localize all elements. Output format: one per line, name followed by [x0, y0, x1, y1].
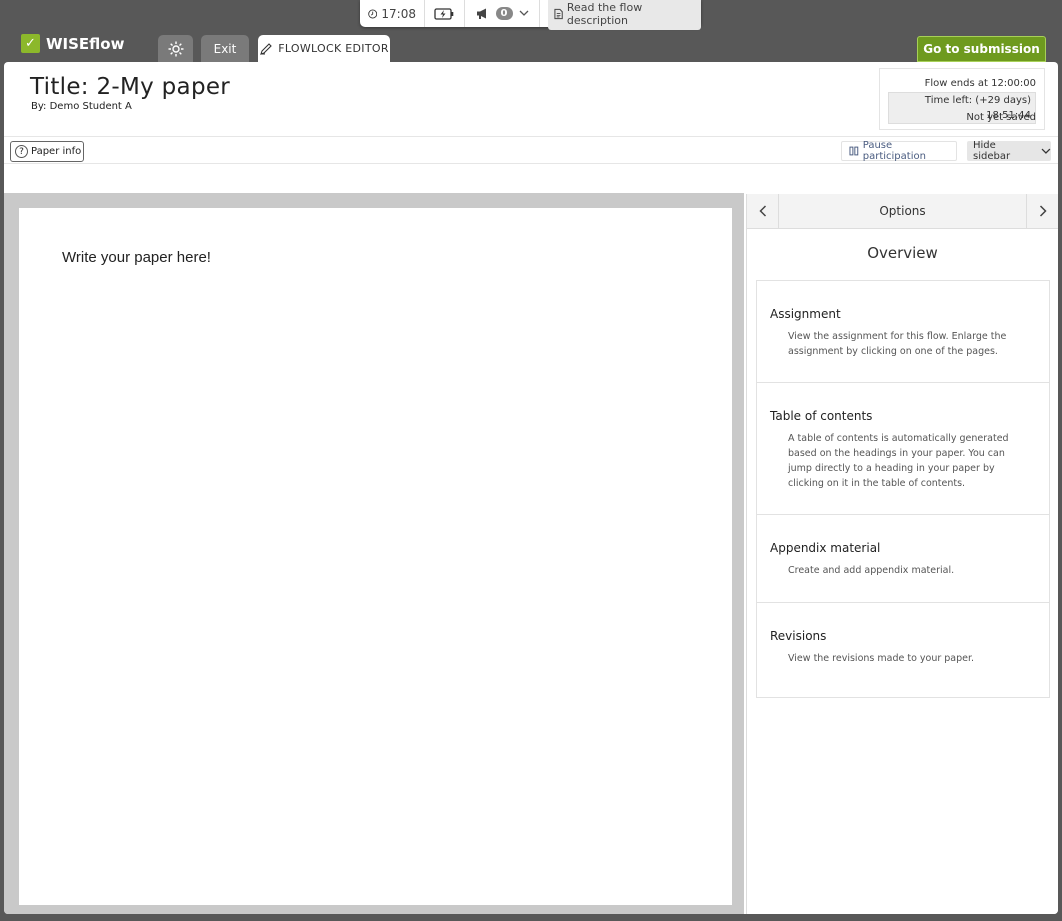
- question-icon: ?: [15, 145, 28, 158]
- author-byline: By: Demo Student A: [31, 101, 132, 112]
- flowlock-editor-label: FLOWLOCK EDITOR: [278, 42, 389, 55]
- overview-item-table-of-contents[interactable]: Table of contents A table of contents is…: [757, 383, 1049, 515]
- hide-sidebar-button[interactable]: Hide sidebar: [967, 140, 1051, 162]
- logo-text: WISEflow: [46, 34, 125, 53]
- overview-heading: Overview: [867, 244, 938, 262]
- go-to-submission-button[interactable]: Go to submission: [917, 36, 1046, 62]
- page-title: Title: 2-My paper: [30, 74, 231, 100]
- announcement-count-badge: 0: [495, 7, 513, 20]
- clock: 17:08: [360, 0, 425, 27]
- overview-item-title: Appendix material: [770, 541, 881, 555]
- clock-icon: [368, 9, 378, 18]
- chevron-left-icon: [758, 205, 766, 217]
- pause-participation-button[interactable]: Pause participation: [841, 140, 957, 162]
- gear-icon: [168, 41, 183, 56]
- wiseflow-logo: ✓ WISEflow: [21, 34, 124, 53]
- sidebar-header: Options: [747, 194, 1058, 229]
- options-sidebar: Options Overview Assignment View the ass…: [746, 194, 1058, 914]
- megaphone-icon: [476, 8, 486, 19]
- paper-page[interactable]: Write your paper here!: [19, 208, 732, 905]
- paper-info-button[interactable]: ? Paper info: [10, 141, 84, 162]
- pen-icon: [260, 42, 272, 55]
- flow-end-time: Flow ends at 12:00:00: [924, 78, 1036, 89]
- overview-item-description: A table of contents is automatically gen…: [788, 433, 1009, 489]
- overview-item-title: Table of contents: [770, 409, 873, 423]
- clock-time: 17:08: [381, 6, 416, 21]
- editor-canvas: Write your paper here!: [4, 193, 744, 914]
- overview-item-description: Create and add appendix material.: [788, 565, 955, 576]
- sidebar-prev-button[interactable]: [747, 194, 779, 228]
- chevron-down-icon[interactable]: [519, 10, 529, 17]
- exit-tab[interactable]: Exit: [201, 35, 249, 62]
- wiseflow-logo-icon: ✓: [21, 34, 40, 53]
- overview-item-title: Assignment: [770, 307, 841, 321]
- flowlock-editor-tab[interactable]: FLOWLOCK EDITOR: [258, 35, 390, 62]
- main-panel: Title: 2-My paper By: Demo Student A Flo…: [4, 62, 1058, 914]
- sidebar-next-button[interactable]: [1026, 194, 1058, 228]
- status-bar: 17:08 0 Read the flow description: [360, 0, 701, 30]
- settings-tab[interactable]: [158, 35, 193, 62]
- document-icon: [554, 8, 563, 19]
- read-flow-description-label: Read the flow description: [566, 0, 643, 27]
- overview-item-appendix-material[interactable]: Appendix material Create and add appendi…: [757, 515, 1049, 603]
- overview-list: Assignment View the assignment for this …: [756, 280, 1050, 698]
- overview-item-title: Revisions: [770, 629, 827, 643]
- overview-item-description: View the assignment for this flow. Enlar…: [788, 331, 1007, 357]
- pause-participation-label: Pause participation: [862, 140, 926, 162]
- chevron-right-icon: [1039, 205, 1047, 217]
- overview-item-revisions[interactable]: Revisions View the revisions made to you…: [757, 603, 1049, 697]
- announcements[interactable]: 0: [465, 0, 540, 27]
- editor-toolbar: ? Paper info Pause participation Hide si…: [4, 136, 1058, 164]
- sidebar-options-title: Options: [879, 204, 926, 218]
- paper-info-label: Paper info: [31, 146, 82, 157]
- battery-status[interactable]: [425, 0, 465, 27]
- overview-item-assignment[interactable]: Assignment View the assignment for this …: [757, 281, 1049, 383]
- hide-sidebar-label: Hide sidebar: [973, 140, 1011, 162]
- chevron-down-icon: [1041, 148, 1051, 154]
- flow-info-box: Flow ends at 12:00:00 Time left: (+29 da…: [879, 68, 1045, 130]
- read-flow-description-button[interactable]: Read the flow description: [547, 0, 701, 30]
- overview-item-description: View the revisions made to your paper.: [788, 653, 975, 664]
- battery-charging-icon: [434, 7, 454, 20]
- paper-body-text[interactable]: Write your paper here!: [62, 249, 211, 266]
- pause-icon: [849, 146, 859, 156]
